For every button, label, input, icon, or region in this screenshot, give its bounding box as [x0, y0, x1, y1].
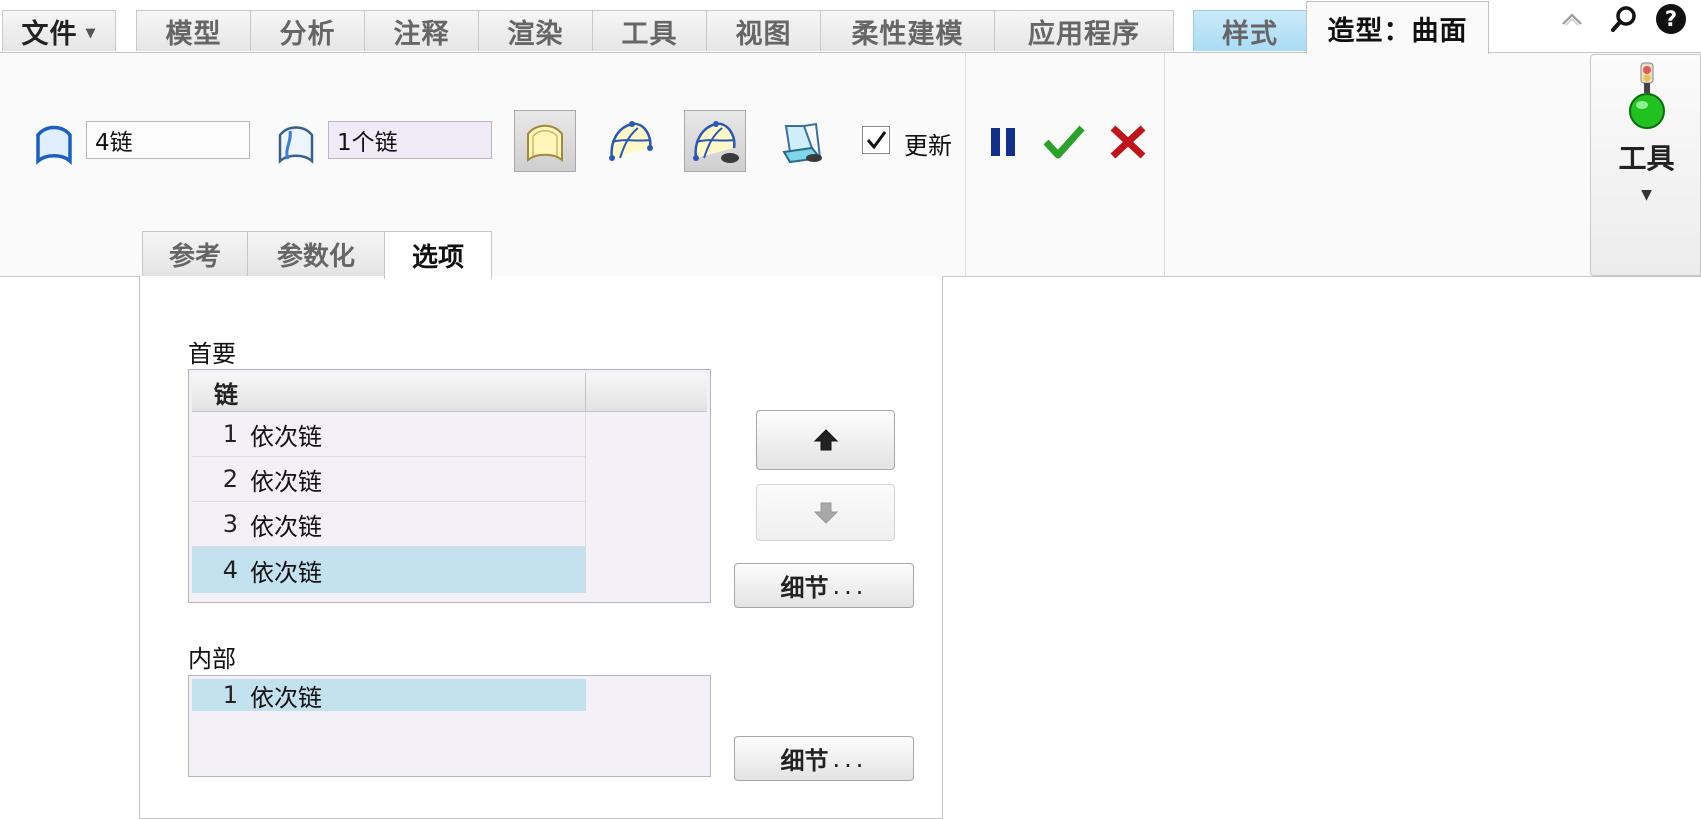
internal-curve-icon[interactable] — [272, 120, 320, 166]
tab-options[interactable]: 选项 — [384, 231, 492, 279]
list-header: 链 — [192, 373, 707, 412]
chevron-down-icon: ▼ — [1641, 187, 1652, 203]
primary-chains-list[interactable]: 链 1 依次链 2 依次链 3 依次链 4 依次链 — [188, 369, 711, 603]
details-dots: ... — [832, 571, 868, 600]
surface-analysis-icon[interactable] — [770, 110, 832, 172]
row-index: 1 — [222, 420, 238, 448]
primary-details-button[interactable]: 细节... — [734, 563, 914, 608]
traffic-light-icon — [1627, 61, 1667, 133]
list-item[interactable]: 2 依次链 — [192, 457, 586, 502]
tab-file-label: 文件 — [21, 18, 78, 50]
arrow-down-icon — [813, 502, 838, 524]
arrow-up-icon — [813, 429, 838, 451]
tab-file[interactable]: 文件 ▼ — [2, 10, 116, 51]
tab-model[interactable]: 模型 — [136, 10, 251, 51]
move-up-button[interactable] — [756, 410, 895, 470]
details-dots: ... — [832, 744, 868, 773]
chevron-down-icon: ▼ — [85, 25, 97, 41]
internal-details-button[interactable]: 细节... — [734, 736, 914, 781]
row-name: 依次链 — [250, 512, 322, 541]
tab-tools[interactable]: 工具 — [592, 10, 707, 51]
group-separator — [965, 53, 966, 277]
list-item[interactable]: 1 依次链 — [192, 412, 586, 457]
details-label: 细节 — [780, 574, 829, 602]
tab-parameterization[interactable]: 参数化 — [247, 231, 385, 277]
details-label: 细节 — [780, 747, 829, 775]
group-separator — [1164, 53, 1165, 277]
close-icon[interactable] — [1105, 120, 1151, 164]
primary-chains-collector[interactable]: 4链 — [86, 121, 250, 159]
internal-chains-collector[interactable]: 1个链 — [328, 121, 492, 159]
row-name: 依次链 — [250, 467, 322, 496]
row-name: 依次链 — [250, 683, 322, 712]
row-index: 2 — [222, 465, 238, 493]
internal-chains-list[interactable]: 1 依次链 — [188, 675, 711, 777]
tab-style[interactable]: 样式 — [1193, 10, 1307, 51]
pause-icon[interactable] — [983, 122, 1023, 162]
ribbon-tab-bar: 文件 ▼ 模型 分析 注释 渲染 工具 视图 柔性建模 应用程序 样式 造型：曲… — [0, 0, 1701, 54]
tab-annotate[interactable]: 注释 — [364, 10, 479, 51]
options-panel: 首要 链 1 依次链 2 依次链 3 依次链 4 依次链 细节... 内部 1 … — [139, 276, 943, 819]
tools-dropdown-button[interactable]: 工具 ▼ — [1590, 54, 1701, 276]
help-icon[interactable]: ? — [1654, 2, 1688, 36]
list-item-selected[interactable]: 4 依次链 — [192, 547, 586, 593]
surface-boundary-icon[interactable] — [30, 120, 78, 166]
surface-preview-icon[interactable] — [514, 110, 576, 172]
tab-view[interactable]: 视图 — [706, 10, 821, 51]
checkmark-icon[interactable] — [1041, 120, 1087, 164]
update-checkbox[interactable] — [862, 126, 890, 154]
row-index: 1 — [222, 681, 238, 709]
move-down-button[interactable] — [756, 484, 895, 541]
curve-network-preview-icon[interactable] — [684, 110, 746, 172]
tab-style-surface[interactable]: 造型：曲面 — [1306, 1, 1489, 54]
list-item[interactable]: 3 依次链 — [192, 502, 586, 547]
curve-network-icon[interactable] — [600, 110, 662, 172]
row-index: 3 — [222, 510, 238, 538]
svg-text:?: ? — [1665, 7, 1677, 31]
tools-button-label: 工具 — [1618, 142, 1675, 175]
tab-render[interactable]: 渲染 — [478, 10, 593, 51]
tab-applications[interactable]: 应用程序 — [994, 10, 1174, 51]
update-label: 更新 — [904, 132, 952, 160]
tab-analysis[interactable]: 分析 — [250, 10, 365, 51]
search-icon[interactable] — [1607, 2, 1641, 36]
chain-column-header[interactable]: 链 — [192, 373, 586, 411]
list-item-selected[interactable]: 1 依次链 — [192, 679, 586, 712]
primary-section-label: 首要 — [188, 340, 236, 368]
row-name: 依次链 — [250, 422, 322, 451]
chevron-up-icon[interactable] — [1555, 2, 1589, 36]
internal-section-label: 内部 — [188, 645, 236, 673]
row-name: 依次链 — [250, 558, 322, 587]
row-index: 4 — [222, 556, 238, 584]
tab-references[interactable]: 参考 — [142, 231, 248, 277]
tab-flexible-modeling[interactable]: 柔性建模 — [820, 10, 995, 51]
